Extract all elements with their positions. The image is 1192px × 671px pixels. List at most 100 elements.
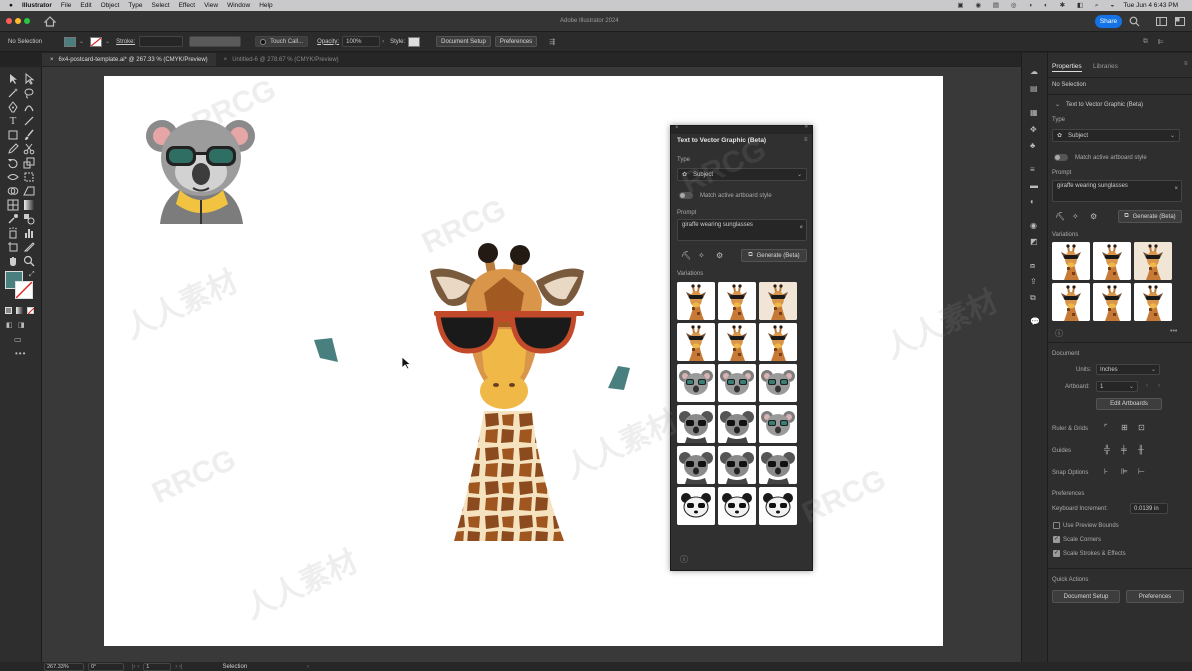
lasso-tool-icon[interactable] xyxy=(23,87,35,99)
hand-tool-icon[interactable] xyxy=(7,255,19,267)
variation-thumbnail[interactable] xyxy=(718,446,756,484)
collapse-icon[interactable]: » xyxy=(805,124,808,130)
pen-tool-icon[interactable] xyxy=(7,101,19,113)
variable-width-field[interactable] xyxy=(189,36,242,47)
variation-thumbnail[interactable] xyxy=(759,487,797,525)
fill-swatch[interactable] xyxy=(64,36,76,47)
panel-menu-icon[interactable]: ≡ xyxy=(804,137,808,143)
perspective-grid-tool-icon[interactable] xyxy=(23,185,35,197)
line-segment-tool-icon[interactable] xyxy=(23,115,35,127)
color-guide-icon[interactable]: ▦ xyxy=(1030,108,1038,117)
curvature-tool-icon[interactable] xyxy=(23,101,35,113)
draw-mode-icon[interactable]: ◧ xyxy=(6,321,13,329)
stroke-label[interactable]: Stroke: xyxy=(116,39,135,45)
chevron-right-icon[interactable]: › xyxy=(307,664,309,670)
close-icon[interactable]: × xyxy=(50,57,54,63)
layers-icon[interactable]: ⧈ xyxy=(1030,261,1035,271)
snap-grid-icon[interactable]: ⊫ xyxy=(1121,467,1128,476)
libraries-icon[interactable]: ☁ xyxy=(1030,67,1038,76)
quick-document-setup-button[interactable]: Document Setup xyxy=(1052,590,1120,603)
panel-menu-icon[interactable]: ≡ xyxy=(1184,61,1188,67)
variation-thumbnail[interactable] xyxy=(759,405,797,443)
close-icon[interactable]: × xyxy=(675,125,679,131)
align-icon[interactable]: ⊫ xyxy=(1158,38,1164,46)
zoom-field[interactable]: 267.33% xyxy=(44,662,84,671)
color-mode-icon[interactable] xyxy=(5,307,12,314)
chevron-down-icon[interactable]: ⌄ xyxy=(79,38,84,45)
transparency-grid-icon[interactable]: ⊡ xyxy=(1138,423,1145,432)
guides-show-icon[interactable]: ╬ xyxy=(1104,445,1110,454)
variation-thumbnail[interactable] xyxy=(1052,283,1090,321)
settings-gear-icon[interactable]: ⚙ xyxy=(716,251,723,260)
screen-mode-icon[interactable]: ▭ xyxy=(14,335,22,344)
draw-behind-icon[interactable]: ◨ xyxy=(18,321,25,329)
menu-edit[interactable]: Edit xyxy=(80,2,91,9)
style-picker-icon[interactable]: ⛏ xyxy=(681,251,691,260)
slice-tool-icon[interactable] xyxy=(23,241,35,253)
prompt-input[interactable]: giraffe wearing sunglasses × xyxy=(1052,180,1182,202)
variation-thumbnail[interactable] xyxy=(1052,242,1090,280)
leaf-shape-right[interactable] xyxy=(606,364,632,392)
gradient-mode-icon[interactable] xyxy=(16,307,23,314)
rotate-view-field[interactable]: 0° xyxy=(88,662,124,671)
column-graph-tool-icon[interactable] xyxy=(23,227,35,239)
shape-builder-tool-icon[interactable] xyxy=(7,185,19,197)
match-artboard-style-toggle[interactable] xyxy=(1054,154,1068,161)
brush-definition-dropdown[interactable]: Touch Call... xyxy=(255,36,309,47)
variation-thumbnail[interactable] xyxy=(1093,283,1131,321)
graphic-style-swatch[interactable] xyxy=(408,36,421,47)
variation-thumbnail[interactable] xyxy=(718,405,756,443)
scale-corners-checkbox[interactable]: ✓ xyxy=(1053,536,1060,543)
preferences-button[interactable]: Preferences xyxy=(494,36,538,47)
variation-thumbnail[interactable] xyxy=(677,282,715,320)
export-icon[interactable]: ⇪ xyxy=(1030,277,1037,286)
artboard[interactable] xyxy=(104,76,943,646)
ruler-icon[interactable]: ⌜ xyxy=(1104,423,1108,432)
type-dropdown[interactable]: ✿ Subject ⌄ xyxy=(1052,129,1180,142)
blend-tool-icon[interactable] xyxy=(23,213,35,225)
style-picker-icon[interactable]: ⛏ xyxy=(1055,212,1065,221)
smart-guides-icon[interactable]: ╫ xyxy=(1138,445,1144,454)
share-button[interactable]: Share xyxy=(1095,15,1122,28)
rotate-tool-icon[interactable] xyxy=(7,157,19,169)
variation-thumbnail[interactable] xyxy=(677,323,715,361)
info-icon[interactable]: ⓘ xyxy=(1055,328,1063,339)
chevron-right-icon[interactable]: › xyxy=(382,39,384,45)
variation-thumbnail[interactable] xyxy=(759,282,797,320)
variation-thumbnail[interactable] xyxy=(759,323,797,361)
workspace-icon[interactable] xyxy=(1156,17,1167,26)
scale-strokes-checkbox[interactable]: ✓ xyxy=(1053,550,1060,557)
generate-beta-button[interactable]: ⧉ Generate (Beta) xyxy=(1118,210,1182,223)
info-icon[interactable]: ⓘ xyxy=(680,554,688,565)
menu-help[interactable]: Help xyxy=(259,2,272,9)
zoom-tool-icon[interactable] xyxy=(23,255,35,267)
gradient-tool-icon[interactable] xyxy=(23,199,35,211)
prompt-input[interactable]: giraffe wearing sunglasses × xyxy=(677,219,807,241)
selection-tool-icon[interactable] xyxy=(7,73,19,85)
menu-view[interactable]: View xyxy=(204,2,218,9)
settings-gear-icon[interactable]: ⚙ xyxy=(1090,212,1097,221)
use-preview-bounds-checkbox[interactable] xyxy=(1053,522,1060,529)
edit-artboards-button[interactable]: Edit Artboards xyxy=(1096,398,1162,410)
paintbrush-tool-icon[interactable] xyxy=(23,129,35,141)
zoom-window-button[interactable] xyxy=(24,18,30,24)
units-dropdown[interactable]: Inches ⌄ xyxy=(1096,364,1160,375)
minimize-window-button[interactable] xyxy=(15,18,21,24)
mesh-tool-icon[interactable] xyxy=(7,199,19,211)
snap-pixel-icon[interactable]: ⊢ xyxy=(1138,467,1145,476)
menu-select[interactable]: Select xyxy=(152,2,170,9)
opacity-label[interactable]: Opacity: xyxy=(317,39,339,45)
clear-prompt-icon[interactable]: × xyxy=(1174,186,1178,192)
search-icon[interactable] xyxy=(1129,16,1140,27)
tab-postcard[interactable]: × 6x4-postcard-template.ai* @ 267.33 % (C… xyxy=(42,53,216,66)
more-tools-icon[interactable]: ••• xyxy=(15,349,26,358)
arrange-documents-icon[interactable] xyxy=(1175,17,1185,26)
prompt-suggestions-icon[interactable]: ✧ xyxy=(1072,212,1079,221)
menu-app[interactable]: Illustrator xyxy=(22,2,52,9)
variation-thumbnail[interactable] xyxy=(718,282,756,320)
tab-libraries[interactable]: Libraries xyxy=(1093,63,1118,70)
eyedropper-tool-icon[interactable] xyxy=(7,213,19,225)
artboards-icon[interactable]: ⧉ xyxy=(1030,293,1036,303)
graphic-styles-icon[interactable]: ◩ xyxy=(1030,237,1038,246)
artboard-tool-icon[interactable] xyxy=(7,241,19,253)
